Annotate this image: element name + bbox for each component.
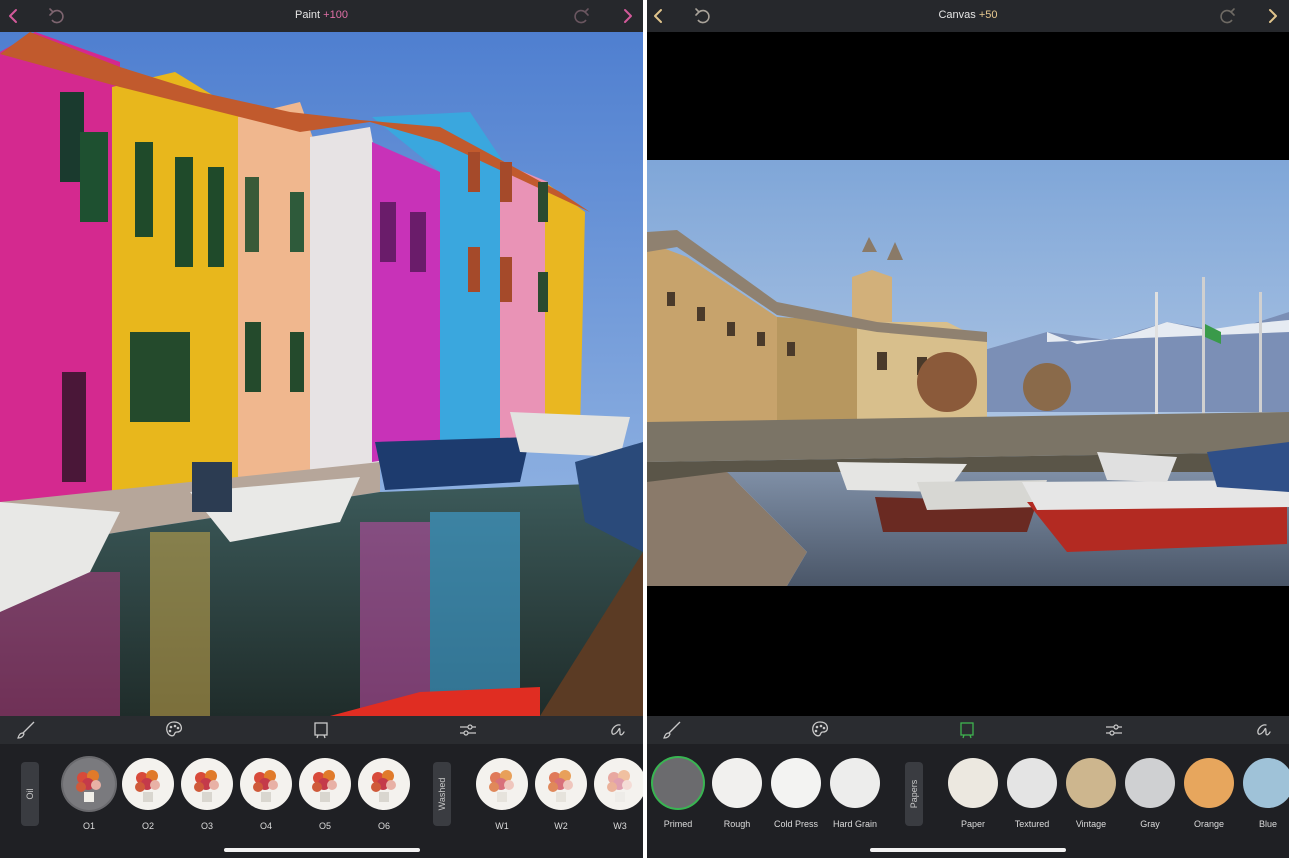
- canvas-icon[interactable]: [310, 719, 332, 741]
- style-tray: Oil O1 O2 O3 O4 O5 O6 Washed W1 W2 W3: [0, 744, 643, 858]
- palette-icon[interactable]: [809, 719, 831, 741]
- flower-thumbnail-icon: [63, 758, 115, 810]
- flower-thumbnail-icon: [240, 758, 292, 810]
- style-item-o3[interactable]: O3: [180, 758, 234, 831]
- style-item-o6[interactable]: O6: [357, 758, 411, 831]
- style-item-w1[interactable]: W1: [475, 758, 529, 831]
- style-item-label: O4: [259, 821, 272, 831]
- paper-item-label: Paper: [960, 819, 986, 829]
- paper-swatch: [1066, 758, 1116, 808]
- style-item-label: O3: [200, 821, 213, 831]
- canvas-swatch: [712, 758, 762, 808]
- paper-swatch: [1125, 758, 1175, 808]
- style-item-w3[interactable]: W3: [593, 758, 643, 831]
- paper-item-label: Vintage: [1075, 819, 1107, 829]
- style-item-label: W2: [554, 821, 568, 831]
- paper-item-label: Gray: [1140, 819, 1160, 829]
- style-item-label: W1: [495, 821, 509, 831]
- group-tab-papers[interactable]: Papers: [905, 762, 923, 826]
- canvas-pane: Canvas +50 Primed Rough Cold Press Hard …: [647, 0, 1289, 858]
- paper-swatch: [948, 758, 998, 808]
- flower-thumbnail-icon: [122, 758, 174, 810]
- page-title: Canvas +50: [647, 9, 1289, 21]
- painted-photo-canal: [0, 32, 643, 716]
- canvas-icon[interactable]: [956, 719, 978, 741]
- paper-item-label: Blue: [1258, 819, 1277, 829]
- flower-thumbnail-icon: [594, 758, 643, 810]
- paper-item-orange[interactable]: Orange: [1182, 758, 1236, 829]
- canvas-item-label: Primed: [663, 819, 693, 829]
- title-amount: +100: [323, 9, 348, 21]
- style-item-o2[interactable]: O2: [121, 758, 175, 831]
- redo-icon[interactable]: [1216, 4, 1240, 28]
- paper-item-label: Textured: [1014, 819, 1050, 829]
- adjust-icon[interactable]: [457, 719, 479, 741]
- tool-bar: [647, 716, 1289, 744]
- home-indicator[interactable]: [870, 848, 1066, 852]
- canvas-item-cold-press[interactable]: Cold Press: [769, 758, 823, 829]
- top-bar: Canvas +50: [647, 0, 1289, 32]
- paper-item-paper[interactable]: Paper: [946, 758, 1000, 829]
- style-item-label: O1: [82, 821, 95, 831]
- brush-icon[interactable]: [15, 719, 37, 741]
- canvas-tray: Primed Rough Cold Press Hard Grain Paper…: [647, 744, 1289, 858]
- style-item-label: O6: [377, 821, 390, 831]
- paper-item-textured[interactable]: Textured: [1005, 758, 1059, 829]
- adjust-icon[interactable]: [1103, 719, 1125, 741]
- tool-bar: [0, 716, 643, 744]
- style-item-label: W3: [613, 821, 627, 831]
- style-item-o1[interactable]: O1: [62, 758, 116, 831]
- canvas-swatch: [771, 758, 821, 808]
- paper-swatch: [1243, 758, 1289, 808]
- group-tab-label: Papers: [909, 779, 919, 809]
- style-item-w2[interactable]: W2: [534, 758, 588, 831]
- paper-item-vintage[interactable]: Vintage: [1064, 758, 1118, 829]
- paper-swatch: [1007, 758, 1057, 808]
- title-label: Paint: [295, 9, 321, 21]
- canvas-item-primed[interactable]: Primed: [651, 758, 705, 829]
- flower-thumbnail-icon: [358, 758, 410, 810]
- paper-item-blue[interactable]: Blue: [1241, 758, 1289, 829]
- paper-item-gray[interactable]: Gray: [1123, 758, 1177, 829]
- forward-chevron-icon[interactable]: [1260, 4, 1284, 28]
- canvas-swatch: [830, 758, 880, 808]
- signature-icon[interactable]: [1251, 719, 1273, 741]
- brush-icon[interactable]: [661, 719, 683, 741]
- palette-icon[interactable]: [163, 719, 185, 741]
- title-amount: +50: [978, 9, 998, 21]
- page-title: Paint +100: [0, 9, 643, 21]
- redo-icon[interactable]: [570, 4, 594, 28]
- home-indicator[interactable]: [223, 848, 420, 852]
- group-tab-label: Washed: [437, 777, 447, 811]
- group-tab-washed[interactable]: Washed: [433, 762, 451, 826]
- paper-swatch: [1184, 758, 1234, 808]
- painted-photo-harbor: [647, 32, 1289, 716]
- flower-thumbnail-icon: [476, 758, 528, 810]
- style-item-label: O5: [318, 821, 331, 831]
- canvas-item-hard-grain[interactable]: Hard Grain: [828, 758, 882, 829]
- canvas-item-label: Rough: [723, 819, 751, 829]
- style-item-o4[interactable]: O4: [239, 758, 293, 831]
- flower-thumbnail-icon: [535, 758, 587, 810]
- signature-icon[interactable]: [605, 719, 627, 741]
- title-label: Canvas: [938, 9, 976, 21]
- paper-item-label: Orange: [1193, 819, 1225, 829]
- group-tab-oil[interactable]: Oil: [21, 762, 39, 826]
- canvas-item-rough[interactable]: Rough: [710, 758, 764, 829]
- group-tab-label: Oil: [25, 788, 35, 800]
- canvas-swatch: [653, 758, 703, 808]
- top-bar: Paint +100: [0, 0, 643, 32]
- style-item-o5[interactable]: O5: [298, 758, 352, 831]
- flower-thumbnail-icon: [181, 758, 233, 810]
- forward-chevron-icon[interactable]: [615, 4, 639, 28]
- style-item-label: O2: [141, 821, 154, 831]
- flower-thumbnail-icon: [299, 758, 351, 810]
- paint-pane: Paint +100 Oil O1 O2 O3 O4 O5 O6 Washed …: [0, 0, 643, 858]
- canvas-item-label: Cold Press: [773, 819, 818, 829]
- canvas-item-label: Hard Grain: [832, 819, 877, 829]
